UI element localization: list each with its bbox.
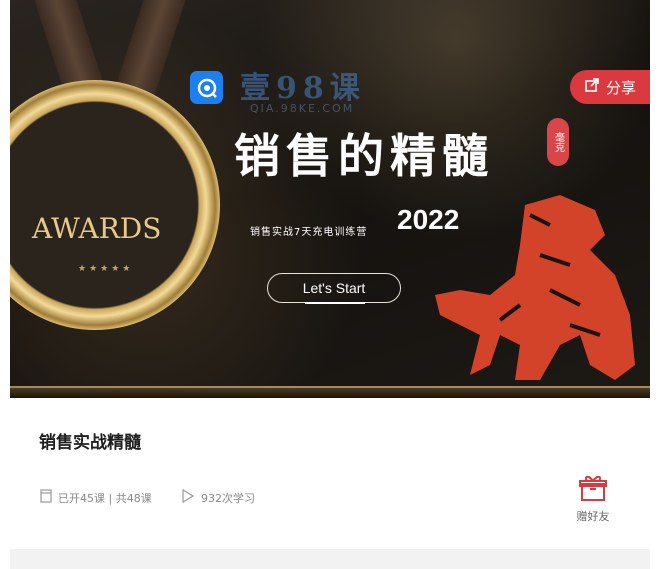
study-count-text: 932次学习: [201, 491, 255, 505]
lets-start-button[interactable]: Let's Start: [267, 273, 401, 303]
share-button[interactable]: 分享: [570, 70, 650, 104]
banner-floor: [10, 386, 650, 398]
lesson-count: 已开45课 | 共48课: [40, 489, 152, 506]
seal-stamp: 毫克: [547, 118, 569, 166]
share-label: 分享: [605, 78, 636, 97]
section-divider: [10, 549, 650, 569]
site-logo-icon: [190, 71, 223, 104]
tiger-illustration: [435, 195, 635, 380]
document-icon: [40, 489, 52, 506]
study-count: 932次学习: [181, 488, 255, 506]
banner-subtitle: 销售实战7天充电训练营: [250, 227, 368, 238]
banner-headline: 销售的精髓: [234, 129, 494, 183]
play-icon: [181, 488, 195, 506]
medal-stars: ★★★★★: [78, 264, 134, 274]
course-title: 销售实战精髓: [39, 433, 141, 453]
gift-icon: [578, 475, 608, 506]
gift-label: 赠好友: [576, 510, 610, 523]
course-banner: AWARDS ★★★★★ 壹98课 QIA.98KE.COM 销售的精髓 毫克 …: [10, 0, 650, 398]
watermark-text: 壹98课: [240, 71, 366, 106]
share-icon: [584, 77, 600, 97]
medal-text: AWARDS: [32, 212, 162, 245]
start-underline: [305, 302, 365, 304]
watermark-subtext: QIA.98KE.COM: [250, 102, 355, 115]
gift-friend-button[interactable]: 赠好友: [575, 474, 611, 524]
lesson-count-text: 已开45课 | 共48课: [58, 491, 152, 505]
